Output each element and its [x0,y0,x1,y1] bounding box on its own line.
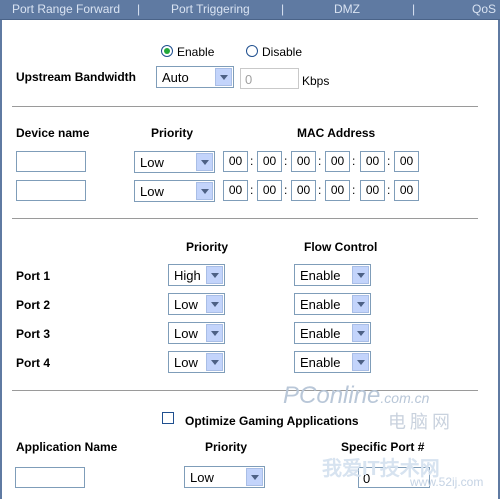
upstream-bandwidth-input[interactable]: 0 [240,68,299,89]
upstream-bandwidth-value: 0 [245,72,253,87]
chevron-down-icon [215,68,232,86]
mac-colon: : [250,183,254,197]
tab-separator: | [412,2,416,16]
flow-control-header: Flow Control [304,240,378,254]
mac-octet-input[interactable]: 00 [394,180,419,201]
mac-colon: : [318,154,322,168]
port-1-flow-select[interactable]: Enable [294,264,371,286]
mac-colon: : [250,154,254,168]
device-priority-value: Low [140,155,164,170]
top-nav-bar: Port Range Forward | Port Triggering | D… [0,0,500,20]
mac-octet-input[interactable]: 00 [223,180,248,201]
divider [12,218,478,219]
port-2-priority-select[interactable]: Low [168,293,225,315]
application-name-input[interactable] [15,467,85,488]
chevron-down-icon [352,324,369,342]
port-3-flow-select[interactable]: Enable [294,322,371,344]
mac-octet-input[interactable]: 00 [223,151,248,172]
mac-colon: : [284,154,288,168]
mac-colon: : [352,183,356,197]
device-name-input[interactable] [16,180,86,201]
chevron-down-icon [206,324,223,342]
mac-colon: : [284,183,288,197]
port-1-priority-select[interactable]: High [168,264,225,286]
mac-colon: : [318,183,322,197]
mac-octet-input[interactable]: 00 [360,151,385,172]
mac-address-header: MAC Address [297,126,376,140]
port-1-label: Port 1 [16,269,51,283]
mac-octet-input[interactable]: 00 [257,180,282,201]
port-4-priority-select[interactable]: Low [168,351,225,373]
port-4-label: Port 4 [16,356,51,370]
specific-port-input[interactable]: 0 [358,467,430,488]
tab-port-range-forward[interactable]: Port Range Forward [12,2,120,16]
upstream-bandwidth-label: Upstream Bandwidth [16,70,137,84]
port-priority-header: Priority [186,240,229,254]
device-name-input[interactable] [16,151,86,172]
device-priority-select[interactable]: Low [134,151,215,173]
port-3-label: Port 3 [16,327,51,341]
chevron-down-icon [246,468,263,486]
disable-label: Disable [262,45,303,59]
device-priority-header: Priority [151,126,194,140]
mac-colon: : [387,154,391,168]
panel-border-left [0,20,2,499]
optimize-gaming-label: Optimize Gaming Applications [185,414,359,428]
kbps-unit: Kbps [302,74,330,88]
chevron-down-icon [196,153,213,171]
app-priority-header: Priority [205,440,248,454]
chevron-down-icon [352,353,369,371]
chevron-down-icon [196,182,213,200]
app-priority-select[interactable]: Low [184,466,265,488]
tab-qos[interactable]: QoS [472,2,496,16]
mac-octet-input[interactable]: 00 [291,180,316,201]
upstream-mode-select[interactable]: Auto [156,66,234,88]
tab-port-triggering[interactable]: Port Triggering [171,2,250,16]
mac-octet-input[interactable]: 00 [394,151,419,172]
application-name-header: Application Name [16,440,118,454]
mac-colon: : [387,183,391,197]
chevron-down-icon [352,295,369,313]
device-priority-value: Low [140,184,164,199]
chevron-down-icon [352,266,369,284]
port-4-flow-select[interactable]: Enable [294,351,371,373]
mac-octet-input[interactable]: 00 [257,151,282,172]
tab-separator: | [281,2,285,16]
port-3-priority-select[interactable]: Low [168,322,225,344]
mac-octet-input[interactable]: 00 [325,151,350,172]
chevron-down-icon [206,353,223,371]
mac-octet-input[interactable]: 00 [291,151,316,172]
watermark-pconline: PConline.com.cn [283,382,430,409]
chevron-down-icon [206,266,223,284]
chevron-down-icon [206,295,223,313]
port-2-flow-select[interactable]: Enable [294,293,371,315]
device-priority-select[interactable]: Low [134,180,215,202]
tab-dmz[interactable]: DMZ [334,2,360,16]
mac-colon: : [352,154,356,168]
mac-octet-input[interactable]: 00 [325,180,350,201]
upstream-mode-value: Auto [162,70,189,85]
disable-radio[interactable] [246,45,258,57]
device-name-header: Device name [16,126,90,140]
specific-port-header: Specific Port # [341,440,425,454]
enable-radio[interactable] [161,45,173,57]
mac-octet-input[interactable]: 00 [360,180,385,201]
enable-label: Enable [177,45,215,59]
port-2-label: Port 2 [16,298,51,312]
tab-separator: | [137,2,141,16]
optimize-gaming-checkbox[interactable] [162,412,174,424]
divider [12,106,478,107]
watermark-cn-text: 电脑网 [388,412,454,432]
divider [12,390,478,391]
